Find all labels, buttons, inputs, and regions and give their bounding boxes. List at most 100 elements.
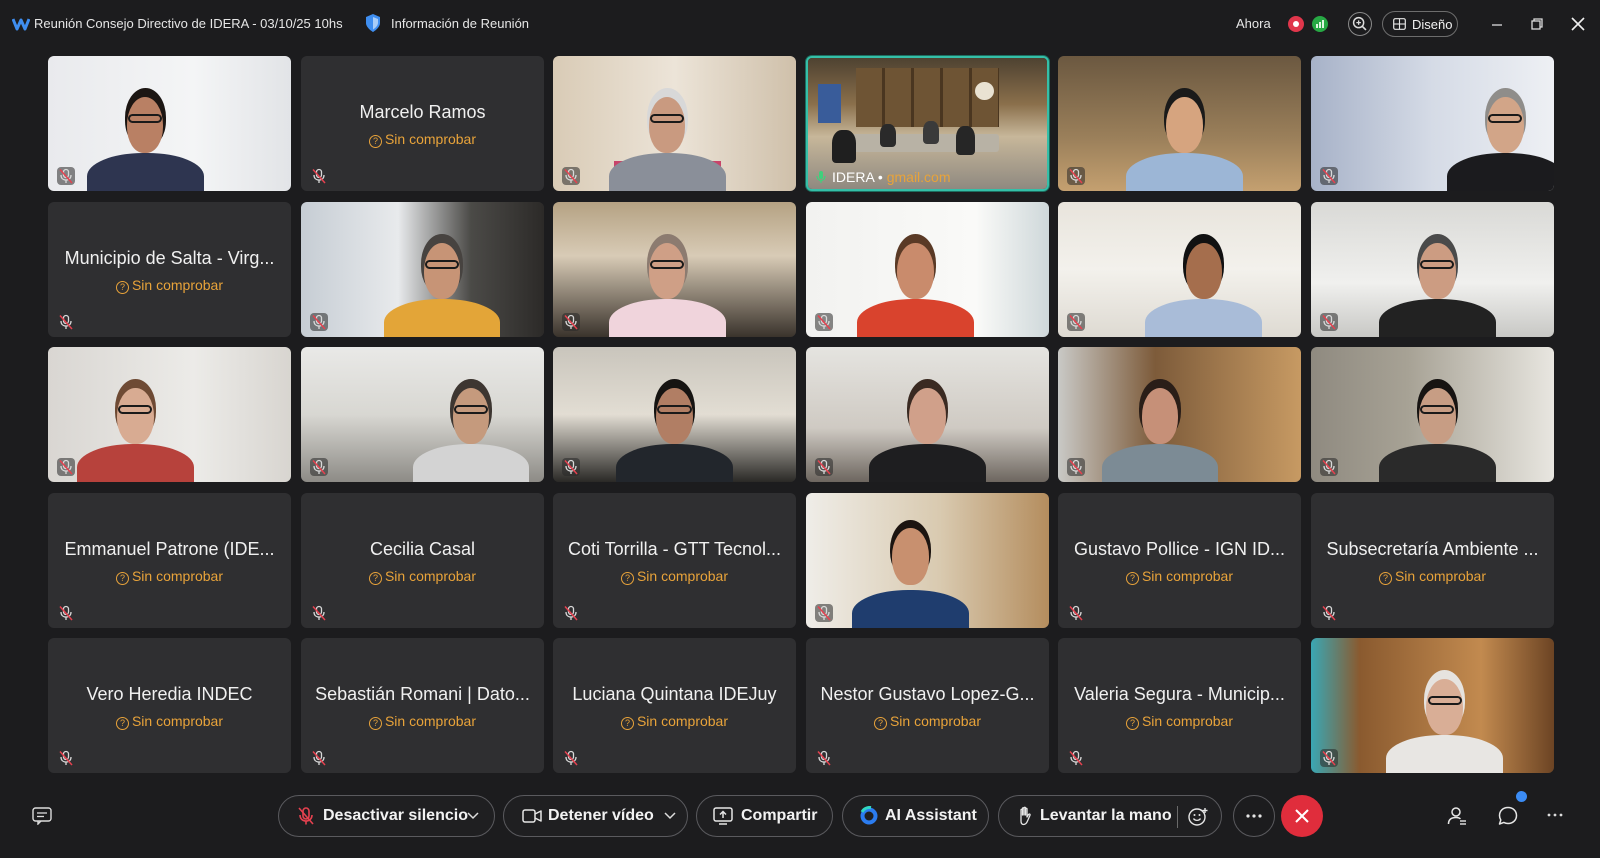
verification-status-label: Sin comprobar (131, 713, 224, 729)
participant-video-tile[interactable] (1058, 202, 1301, 337)
captions-icon[interactable] (32, 807, 52, 825)
participant-video-tile[interactable] (1058, 56, 1301, 191)
recording-time-label: Ahora (1236, 16, 1271, 31)
recording-icon[interactable] (1288, 16, 1304, 32)
more-icon[interactable] (1547, 813, 1563, 817)
share-label: Compartir (741, 807, 818, 824)
chat-icon[interactable] (1497, 805, 1519, 827)
unverified-icon: ? (368, 135, 382, 148)
participant-tile[interactable]: Gustavo Pollice - IGN ID...? Sin comproba… (1058, 493, 1301, 628)
video-feed (553, 347, 796, 482)
verification-status-label: Sin comprobar (384, 131, 477, 147)
participant-video-tile[interactable] (553, 347, 796, 482)
participant-video-tile[interactable] (553, 202, 796, 337)
participant-tile[interactable]: Municipio de Salta - Virg...? Sin comprob… (48, 202, 291, 337)
participant-video-tile[interactable] (553, 56, 796, 191)
participant-video-tile[interactable] (48, 56, 291, 191)
verification-status: ? Sin comprobar (48, 713, 291, 730)
participant-video-tile[interactable] (1058, 347, 1301, 482)
video-feed (553, 202, 796, 337)
muted-mic-icon (57, 458, 75, 476)
ellipsis-icon (1246, 814, 1262, 818)
verification-status: ? Sin comprobar (1311, 568, 1554, 585)
leave-meeting-button[interactable] (1281, 795, 1323, 837)
share-button[interactable]: Compartir (696, 795, 833, 837)
participant-video-tile[interactable] (806, 493, 1049, 628)
chevron-down-icon[interactable] (467, 812, 479, 820)
verification-status: ? Sin comprobar (1058, 568, 1301, 585)
raise-hand-icon (1020, 806, 1031, 826)
verification-status-label: Sin comprobar (636, 713, 729, 729)
muted-mic-icon (1320, 749, 1338, 767)
network-status-icon[interactable] (1312, 16, 1328, 32)
muted-mic-icon (57, 167, 75, 185)
participant-video-tile[interactable] (1311, 56, 1554, 191)
verification-status: ? Sin comprobar (806, 713, 1049, 730)
layout-button[interactable]: Diseño (1382, 11, 1458, 37)
stop-video-button[interactable]: Detener vídeo (503, 795, 688, 837)
unverified-icon: ? (368, 572, 382, 585)
participant-video-tile[interactable] (1311, 638, 1554, 773)
participant-tile[interactable]: Vero Heredia INDEC? Sin comprobar (48, 638, 291, 773)
video-feed (301, 347, 544, 482)
participant-video-tile[interactable] (806, 202, 1049, 337)
minimize-icon[interactable] (1486, 13, 1508, 35)
zoom-icon[interactable] (1348, 12, 1372, 36)
muted-mic-icon (57, 313, 75, 331)
participant-video-tile[interactable]: IDERA • gmail.com (806, 56, 1049, 191)
meeting-controls: Desactivar silencio Detener vídeo Compar… (0, 791, 1600, 845)
participant-name: Luciana Quintana IDEJuy (572, 684, 777, 704)
participant-tile[interactable]: Subsecretaría Ambiente ... ? Sin comprobar (1311, 493, 1554, 628)
unmute-button[interactable]: Desactivar silencio (278, 795, 495, 837)
close-icon[interactable] (1567, 13, 1589, 35)
participant-video-tile[interactable] (1311, 347, 1554, 482)
video-feed (48, 56, 291, 191)
muted-mic-icon (562, 167, 580, 185)
raise-hand-label: Levantar la mano (1040, 807, 1172, 824)
participant-name: Subsecretaría Ambiente ... (1326, 539, 1539, 559)
participant-video-tile[interactable] (48, 347, 291, 482)
participant-tile[interactable]: Luciana Quintana IDEJuy ? Sin comprobar (553, 638, 796, 773)
verification-status: ? Sin comprobar (553, 713, 796, 730)
unverified-icon: ? (873, 717, 887, 730)
participant-video-tile[interactable] (806, 347, 1049, 482)
chevron-down-icon[interactable] (664, 812, 676, 820)
reactions-icon[interactable] (1187, 806, 1209, 828)
participants-icon[interactable] (1446, 805, 1468, 827)
participant-tile[interactable]: Sebastián Romani | Dato...? Sin comprobar (301, 638, 544, 773)
muted-mic-icon (1320, 604, 1338, 622)
more-options-button[interactable] (1233, 795, 1275, 837)
participant-video-tile[interactable] (1311, 202, 1554, 337)
participant-name: Cecilia Casal (369, 539, 476, 559)
meeting-info-link[interactable]: Información de Reunión (391, 16, 529, 31)
participant-tile[interactable]: Nestor Gustavo Lopez-G...? Sin comprobar (806, 638, 1049, 773)
muted-mic-icon (562, 749, 580, 767)
unverified-icon: ? (1378, 572, 1392, 585)
raise-hand-button[interactable]: Levantar la mano (998, 795, 1222, 837)
unmute-label: Desactivar silencio (323, 807, 468, 824)
ai-assistant-button[interactable]: AI Assistant (842, 795, 989, 837)
participant-tile[interactable]: Marcelo Ramos? Sin comprobar (301, 56, 544, 191)
participant-name: Valeria Segura - Municip... (1074, 684, 1285, 704)
participant-video-tile[interactable] (301, 202, 544, 337)
verification-status-label: Sin comprobar (131, 568, 224, 584)
muted-mic-icon (1320, 313, 1338, 331)
verification-status-label: Sin comprobar (384, 713, 477, 729)
unverified-icon: ? (115, 717, 129, 730)
video-feed (301, 202, 544, 337)
participant-name: Emmanuel Patrone (IDE... (64, 539, 275, 559)
video-feed (48, 347, 291, 482)
restore-icon[interactable] (1526, 13, 1548, 35)
participant-tile[interactable]: Emmanuel Patrone (IDE...? Sin comprobar (48, 493, 291, 628)
participant-tile[interactable]: Coti Torrilla - GTT Tecnol...? Sin compro… (553, 493, 796, 628)
muted-mic-icon (1067, 604, 1085, 622)
participant-tile[interactable]: Cecilia Casal? Sin comprobar (301, 493, 544, 628)
muted-mic-icon (562, 604, 580, 622)
divider (1177, 806, 1178, 828)
participant-tile[interactable]: Valeria Segura - Municip...? Sin comproba… (1058, 638, 1301, 773)
share-screen-icon (713, 807, 733, 825)
participant-video-tile[interactable] (301, 347, 544, 482)
ai-assistant-icon (860, 806, 878, 825)
shield-info-icon[interactable] (364, 13, 382, 33)
grid-layout-icon (1393, 18, 1406, 30)
